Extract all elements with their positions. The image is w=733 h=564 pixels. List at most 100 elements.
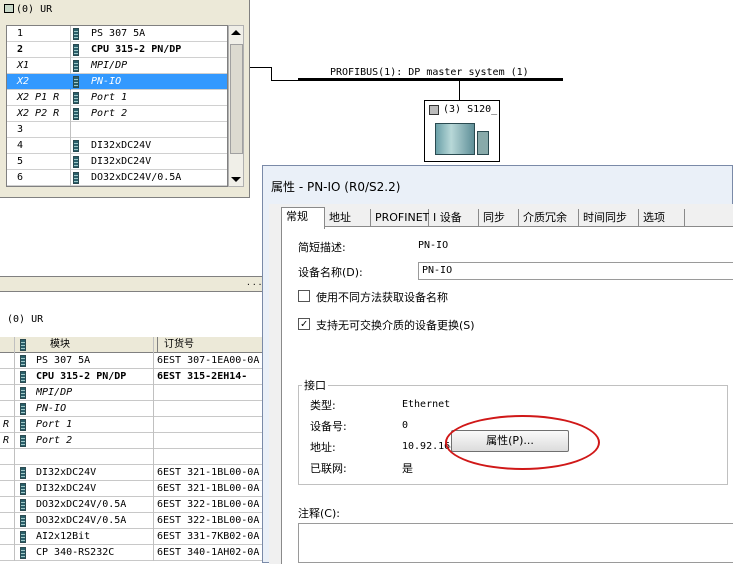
module-icon: [20, 515, 26, 527]
window-splitter[interactable]: ····: [0, 276, 268, 292]
module-icon: [73, 140, 79, 152]
row-order-number: 6EST 321-1BL00-0A: [157, 483, 260, 494]
tab-4[interactable]: 同步: [479, 209, 519, 227]
tab-3[interactable]: I 设备: [429, 209, 479, 227]
row-order-number: 6EST 322-1BL00-0A: [157, 515, 260, 526]
row-module: AI2x12Bit: [36, 529, 154, 545]
rack-module: PS 307 5A: [91, 28, 146, 39]
tab-0[interactable]: 常规: [281, 207, 325, 229]
header-slot: [0, 337, 15, 353]
module-icon: [73, 92, 79, 104]
properties-dialog: 属性 - PN-IO (R0/S2.2) 常规 地址 PROFINET I 设备 同步介…: [262, 165, 733, 564]
drive-module-icon: [477, 131, 489, 155]
row-module: CP 340-RS232C: [36, 545, 154, 561]
row-slot: [0, 353, 15, 369]
device-replace-checkbox[interactable]: ✓: [298, 318, 310, 330]
rack-table[interactable]: 1 PS 307 5A 2 CPU 315-2 PN/DP X1 MPI/DP X2 PN-I…: [6, 25, 228, 187]
rack-row[interactable]: X2 P2 R Port 2: [7, 106, 227, 122]
rack-row[interactable]: 5 DI32xDC24V: [7, 154, 227, 170]
profibus-line[interactable]: [298, 78, 563, 81]
row-order-number: [157, 401, 262, 417]
row-order-number: 6EST 322-1BL00-0A: [157, 499, 260, 510]
row-slot: [0, 401, 15, 417]
module-icon: [20, 339, 26, 351]
highlight-ellipse: [445, 415, 600, 470]
table-row[interactable]: R Port 2: [0, 433, 262, 449]
module-icon: [20, 435, 26, 447]
module-icon: [20, 403, 26, 415]
module-icon: [20, 371, 26, 383]
scroll-thumb[interactable]: [230, 44, 243, 154]
table-row[interactable]: [0, 449, 262, 465]
module-table-title: (0) UR: [7, 314, 44, 325]
module-icon: [20, 419, 26, 431]
row-order-number: [157, 417, 262, 433]
rack-row[interactable]: X2 P1 R Port 1: [7, 90, 227, 106]
row-module: CPU 315-2 PN/DP: [36, 369, 154, 385]
rack-module: DI32xDC24V: [91, 156, 152, 167]
module-icon: [20, 499, 26, 511]
rack-row[interactable]: 4 DI32xDC24V: [7, 138, 227, 154]
table-row[interactable]: DI32xDC24V 6EST 321-1BL00-0A: [0, 481, 262, 497]
module-icon: [73, 28, 79, 40]
bus-label: PROFIBUS(1): DP master system (1): [330, 67, 529, 78]
table-row[interactable]: R Port 1: [0, 417, 262, 433]
alt-device-name-checkbox[interactable]: [298, 290, 310, 302]
interface-legend: 接口: [302, 377, 328, 393]
rack-slot: 3: [7, 122, 71, 138]
module-table[interactable]: 模块...订货号PS 307 5A6EST 307-1EA00-0ACPU 31…: [0, 337, 262, 563]
rack-scrollbar[interactable]: [228, 25, 244, 187]
rack-module: PN-IO: [91, 76, 122, 87]
tab-6[interactable]: 时间同步: [579, 209, 639, 227]
comment-textarea[interactable]: [298, 523, 733, 563]
table-row[interactable]: CP 340-RS232C 6EST 340-1AH02-0A: [0, 545, 262, 561]
scroll-up-icon[interactable]: [231, 30, 241, 35]
type-label: 类型:: [310, 399, 336, 412]
module-icon: [73, 60, 79, 72]
module-icon: [73, 44, 79, 56]
row-slot: [0, 385, 15, 401]
station-label: (3) S120_: [443, 104, 498, 115]
tab-5[interactable]: 介质冗余: [519, 209, 579, 227]
row-module: Port 2: [36, 433, 154, 449]
table-row[interactable]: CPU 315-2 PN/DP 6EST 315-2EH14-: [0, 369, 262, 385]
drive-icon: [435, 123, 475, 155]
row-slot: [0, 545, 15, 561]
module-icon: [20, 531, 26, 543]
rack-slot: 1: [7, 26, 71, 42]
device-name-field[interactable]: PN-IO: [418, 262, 733, 280]
row-slot: [0, 481, 15, 497]
row-slot: [0, 529, 15, 545]
scroll-down-icon[interactable]: [231, 177, 241, 182]
rack-row[interactable]: X2 PN-IO: [7, 74, 227, 90]
row-order-number: 6EST 321-1BL00-0A: [157, 467, 260, 478]
rack-row[interactable]: X1 MPI/DP: [7, 58, 227, 74]
dialog-body: 常规 地址 PROFINET I 设备 同步 介质冗余 时间同步 选项 简短描述: PN-IO…: [269, 204, 733, 564]
tab-7[interactable]: 选项: [639, 209, 685, 227]
row-module: DI32xDC24V: [36, 481, 154, 497]
table-row[interactable]: DO32xDC24V/0.5A 6EST 322-1BL00-0A: [0, 497, 262, 513]
table-row[interactable]: PN-IO: [0, 401, 262, 417]
module-icon: [20, 387, 26, 399]
tab-1[interactable]: 地址: [325, 209, 371, 227]
table-row[interactable]: PS 307 5A 6EST 307-1EA00-0A: [0, 353, 262, 369]
header-order-number[interactable]: 订货号: [157, 337, 262, 353]
rack-row[interactable]: 2 CPU 315-2 PN/DP: [7, 42, 227, 58]
rack-row[interactable]: 6 DO32xDC24V/0.5A: [7, 170, 227, 186]
table-row[interactable]: MPI/DP: [0, 385, 262, 401]
comment-label: 注释(C):: [298, 507, 340, 520]
address-label: 地址:: [310, 441, 336, 454]
rack-module: CPU 315-2 PN/DP: [91, 44, 182, 55]
table-row[interactable]: DI32xDC24V 6EST 321-1BL00-0A: [0, 465, 262, 481]
rack-row[interactable]: 3: [7, 122, 227, 138]
rack-module: MPI/DP: [91, 60, 128, 71]
row-slot: [0, 497, 15, 513]
s120-station[interactable]: (3) S120_: [424, 100, 500, 162]
row-module: DI32xDC24V: [36, 465, 154, 481]
row-order-number: [157, 385, 262, 401]
tab-2[interactable]: PROFINET: [371, 209, 429, 227]
rack-row[interactable]: 1 PS 307 5A: [7, 26, 227, 42]
table-row[interactable]: DO32xDC24V/0.5A 6EST 322-1BL00-0A: [0, 513, 262, 529]
table-row[interactable]: AI2x12Bit 6EST 331-7KB02-0A: [0, 529, 262, 545]
header-module[interactable]: 模块...: [36, 337, 154, 353]
